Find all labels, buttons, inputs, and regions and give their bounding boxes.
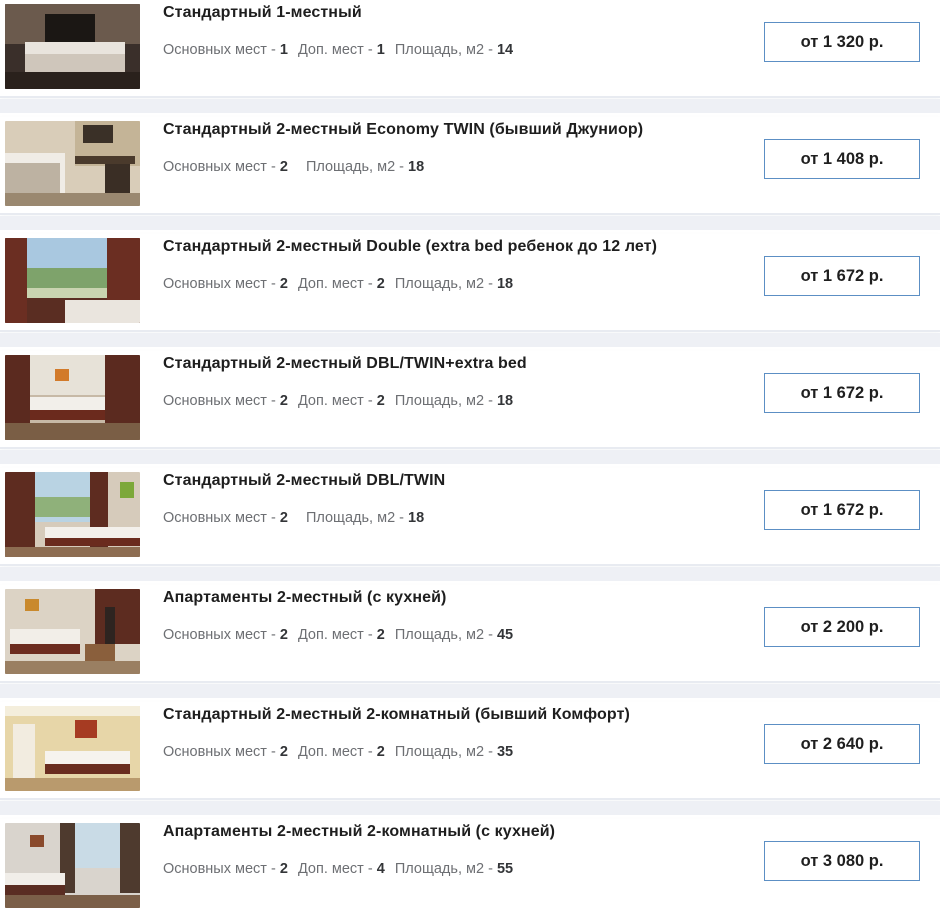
- area-label: Площадь, м2 -: [394, 42, 497, 58]
- room-photo[interactable]: [5, 472, 140, 557]
- separator: [0, 333, 940, 347]
- area-label: Площадь, м2 -: [305, 510, 409, 526]
- room-title[interactable]: Стандартный 2-местный DBL/TWIN+extra bed: [163, 355, 527, 373]
- main-places-label: Основных мест -: [163, 510, 280, 526]
- room-card: Стандартный 1-местный Основных мест - 1 …: [0, 0, 940, 96]
- price-button[interactable]: от 1 320 р.: [764, 22, 920, 62]
- price-button[interactable]: от 2 640 р.: [764, 724, 920, 764]
- extra-places-value: 2: [376, 393, 385, 409]
- main-places-label: Основных мест -: [163, 159, 280, 175]
- area-value: 18: [408, 510, 425, 526]
- room-specs: Основных мест - 1 Доп. мест - 1 Площадь,…: [163, 42, 513, 58]
- main-places-label: Основных мест -: [163, 42, 280, 58]
- room-specs: Основных мест - 2 Доп. мест - 2 Площадь,…: [163, 276, 513, 292]
- room-photo[interactable]: [5, 121, 140, 206]
- main-places-value: 2: [279, 159, 288, 175]
- price-button[interactable]: от 1 672 р.: [764, 256, 920, 296]
- room-card: Стандартный 2-местный Double (extra bed …: [0, 234, 940, 330]
- room-card: Стандартный 2-местный 2-комнатный (бывши…: [0, 702, 940, 798]
- room-card: Стандартный 2-местный DBL/TWIN Основных …: [0, 468, 940, 564]
- extra-places-value: 1: [376, 42, 385, 58]
- room-photo[interactable]: [5, 589, 140, 674]
- main-places-label: Основных мест -: [163, 861, 280, 877]
- room-specs: Основных мест - 2 Доп. мест - 4 Площадь,…: [163, 861, 513, 877]
- separator: [0, 801, 940, 815]
- main-places-label: Основных мест -: [163, 276, 280, 292]
- room-card: Стандартный 2-местный Economy TWIN (бывш…: [0, 117, 940, 213]
- room-title[interactable]: Апартаменты 2-местный (с кухней): [163, 589, 446, 607]
- room-card: Апартаменты 2-местный 2-комнатный (с кух…: [0, 819, 940, 915]
- separator: [0, 99, 940, 113]
- extra-places-value: 2: [376, 276, 385, 292]
- extra-places-label: Доп. мест -: [297, 861, 377, 877]
- room-specs: Основных мест - 2 Доп. мест - 2 Площадь,…: [163, 393, 513, 409]
- room-photo[interactable]: [5, 706, 140, 791]
- main-places-value: 2: [279, 510, 288, 526]
- area-label: Площадь, м2 -: [394, 276, 497, 292]
- price-button[interactable]: от 3 080 р.: [764, 841, 920, 881]
- room-title[interactable]: Стандартный 2-местный Economy TWIN (бывш…: [163, 121, 643, 139]
- extra-places-label: Доп. мест -: [297, 627, 377, 643]
- price-button[interactable]: от 1 408 р.: [764, 139, 920, 179]
- room-specs: Основных мест - 2 Площадь, м2 - 18: [163, 510, 424, 526]
- extra-places-label: Доп. мест -: [297, 42, 377, 58]
- main-places-value: 2: [279, 627, 288, 643]
- main-places-value: 2: [279, 276, 288, 292]
- main-places-label: Основных мест -: [163, 744, 280, 760]
- room-card: Стандартный 2-местный DBL/TWIN+extra bed…: [0, 351, 940, 447]
- area-label: Площадь, м2 -: [394, 627, 497, 643]
- area-value: 45: [496, 627, 514, 643]
- room-specs: Основных мест - 2 Площадь, м2 - 18: [163, 159, 424, 175]
- separator: [0, 450, 940, 464]
- extra-places-value: 4: [376, 861, 385, 877]
- area-label: Площадь, м2 -: [394, 393, 497, 409]
- extra-places-label: Доп. мест -: [297, 276, 377, 292]
- area-value: 18: [496, 393, 514, 409]
- area-label: Площадь, м2 -: [394, 744, 497, 760]
- main-places-value: 2: [279, 393, 288, 409]
- main-places-label: Основных мест -: [163, 393, 280, 409]
- room-specs: Основных мест - 2 Доп. мест - 2 Площадь,…: [163, 744, 513, 760]
- room-photo[interactable]: [5, 238, 140, 323]
- room-title[interactable]: Стандартный 2-местный DBL/TWIN: [163, 472, 445, 490]
- main-places-value: 2: [279, 744, 288, 760]
- room-specs: Основных мест - 2 Доп. мест - 2 Площадь,…: [163, 627, 513, 643]
- room-title[interactable]: Стандартный 2-местный 2-комнатный (бывши…: [163, 706, 630, 724]
- area-value: 55: [496, 861, 514, 877]
- main-places-value: 2: [279, 861, 288, 877]
- extra-places-value: 2: [376, 744, 385, 760]
- separator: [0, 567, 940, 581]
- price-button[interactable]: от 1 672 р.: [764, 373, 920, 413]
- room-title[interactable]: Апартаменты 2-местный 2-комнатный (с кух…: [163, 823, 555, 841]
- area-value: 18: [408, 159, 425, 175]
- extra-places-value: 2: [376, 627, 385, 643]
- area-value: 35: [496, 744, 514, 760]
- main-places-label: Основных мест -: [163, 627, 280, 643]
- room-photo[interactable]: [5, 355, 140, 440]
- separator: [0, 216, 940, 230]
- separator: [0, 684, 940, 698]
- extra-places-label: Доп. мест -: [297, 393, 377, 409]
- extra-places-label: Доп. мест -: [297, 744, 377, 760]
- area-value: 14: [496, 42, 514, 58]
- room-title[interactable]: Стандартный 1-местный: [163, 4, 362, 22]
- area-label: Площадь, м2 -: [305, 159, 409, 175]
- room-photo[interactable]: [5, 823, 140, 908]
- price-button[interactable]: от 2 200 р.: [764, 607, 920, 647]
- main-places-value: 1: [279, 42, 288, 58]
- area-label: Площадь, м2 -: [394, 861, 497, 877]
- room-title[interactable]: Стандартный 2-местный Double (extra bed …: [163, 238, 657, 256]
- room-photo[interactable]: [5, 4, 140, 89]
- area-value: 18: [496, 276, 514, 292]
- room-card: Апартаменты 2-местный (с кухней) Основны…: [0, 585, 940, 681]
- price-button[interactable]: от 1 672 р.: [764, 490, 920, 530]
